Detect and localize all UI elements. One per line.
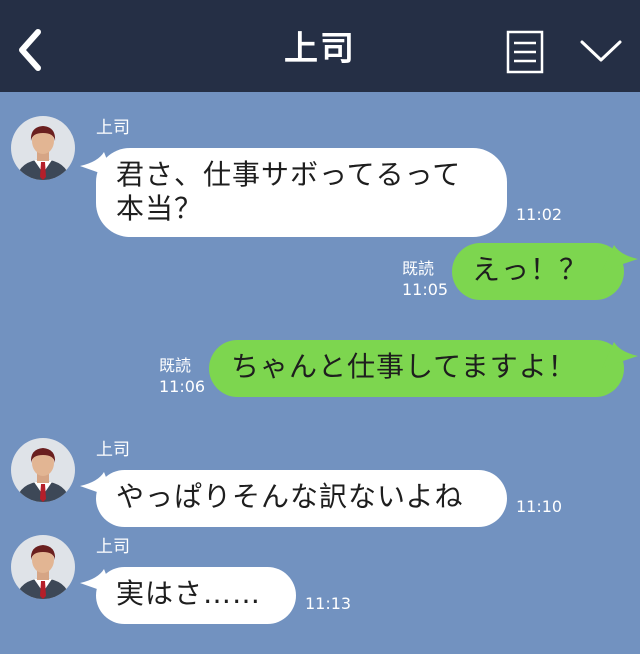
avatar-icon[interactable] [10,115,76,181]
message-time: 11:02 [516,205,563,224]
sender-name: 上司 [96,537,130,557]
chevron-down-icon[interactable] [578,36,624,66]
incoming-message-bubble[interactable]: 君さ、仕事サボってるって 本当？ [80,148,507,237]
message-text: えっ！？ [472,253,589,286]
incoming-message-bubble[interactable]: やっぱりそんな訳ないよね [80,470,507,527]
incoming-message-bubble[interactable]: 実はさ…… [80,567,296,624]
message-text-line: 君さ、仕事サボってるって [116,158,462,191]
read-receipt: 既読 [159,356,192,375]
menu-icon[interactable] [506,30,544,74]
message-text: やっぱりそんな訳ないよね [116,480,464,513]
message-text: 実はさ…… [116,577,262,610]
outgoing-message-bubble[interactable]: ちゃんと仕事してますよ！ [209,340,638,397]
read-receipt: 既読 [402,259,435,278]
avatar-icon[interactable] [10,534,76,600]
outgoing-message-bubble[interactable]: えっ！？ [452,243,638,300]
chat-header: 上司 [0,0,640,92]
chat-title: 上司 [284,29,356,69]
message-time: 11:10 [516,497,563,516]
message-text-line: 本当？ [116,192,204,225]
message-time: 11:13 [305,594,352,613]
avatar-icon[interactable] [10,437,76,503]
message-time: 11:06 [159,377,206,396]
sender-name: 上司 [96,440,130,460]
message-text: ちゃんと仕事してますよ！ [231,350,577,383]
message-time: 11:05 [402,280,449,299]
sender-name: 上司 [96,118,130,138]
